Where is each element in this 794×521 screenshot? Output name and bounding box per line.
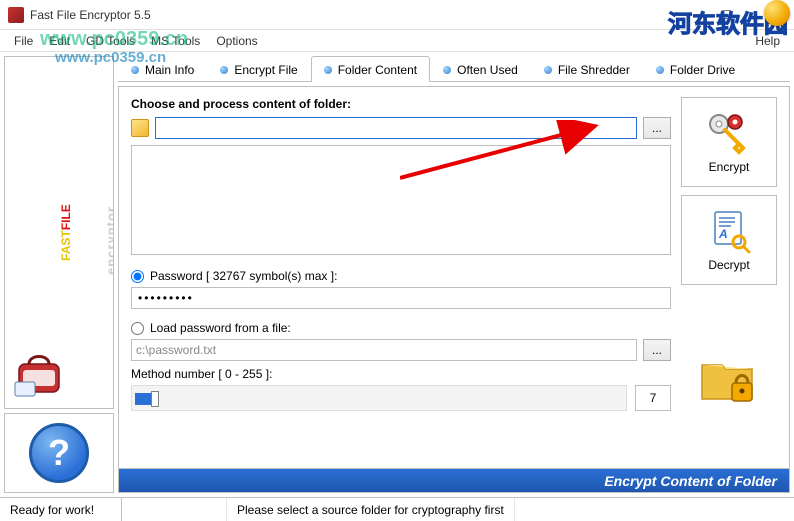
dot-icon xyxy=(544,66,552,74)
locked-folder-icon xyxy=(681,293,777,458)
password-radio[interactable] xyxy=(131,270,144,283)
status-spacer xyxy=(122,498,227,521)
folder-icon xyxy=(131,119,149,137)
tab-folder-content[interactable]: Folder Content xyxy=(311,56,430,82)
status-hint: Please select a source folder for crypto… xyxy=(227,498,515,521)
folder-content-list[interactable] xyxy=(131,145,671,255)
section-heading: Choose and process content of folder: xyxy=(131,97,671,111)
dot-icon xyxy=(443,66,451,74)
app-icon xyxy=(8,7,24,23)
action-title-bar: Encrypt Content of Folder xyxy=(118,469,790,493)
encrypt-button[interactable]: Encrypt xyxy=(681,97,777,187)
maximize-button[interactable]: ☐ xyxy=(704,0,749,30)
password-radio-row[interactable]: Password [ 32767 symbol(s) max ]: xyxy=(131,269,671,283)
tab-folder-drive[interactable]: Folder Drive xyxy=(643,56,748,82)
tab-encrypt-file[interactable]: Encrypt File xyxy=(207,56,310,82)
menu-edit[interactable]: Edit xyxy=(41,32,78,50)
tab-file-shredder[interactable]: File Shredder xyxy=(531,56,643,82)
decrypt-button[interactable]: A Decrypt xyxy=(681,195,777,285)
tab-often-used[interactable]: Often Used xyxy=(430,56,531,82)
method-label: Method number [ 0 - 255 ]: xyxy=(131,367,671,381)
app-logo: encryptor FASTFILE xyxy=(4,56,114,409)
method-value: 7 xyxy=(635,385,671,411)
browse-folder-button[interactable]: ... xyxy=(643,117,671,139)
menu-help[interactable]: Help xyxy=(747,32,788,50)
menu-options[interactable]: Options xyxy=(208,32,265,50)
password-file-radio[interactable] xyxy=(131,322,144,335)
window-title: Fast File Encryptor 5.5 xyxy=(30,8,659,22)
dot-icon xyxy=(324,66,332,74)
help-button[interactable]: ? xyxy=(4,413,114,493)
dot-icon xyxy=(220,66,228,74)
menu-file[interactable]: File xyxy=(6,32,41,50)
dot-icon xyxy=(656,66,664,74)
menu-gd-tools[interactable]: GD Tools xyxy=(78,32,143,50)
tab-main-info[interactable]: Main Info xyxy=(118,56,207,82)
tab-bar: Main Info Encrypt File Folder Content Of… xyxy=(118,56,790,82)
password-file-input[interactable] xyxy=(131,339,637,361)
folder-path-input[interactable] xyxy=(155,117,637,139)
method-slider[interactable] xyxy=(131,385,627,411)
browse-password-file-button[interactable]: ... xyxy=(643,339,671,361)
menu-ms-tools[interactable]: MS Tools xyxy=(143,32,208,50)
status-ready: Ready for work! xyxy=(0,498,122,521)
svg-text:A: A xyxy=(718,227,728,241)
keys-icon xyxy=(705,110,753,156)
close-button[interactable]: ✕ xyxy=(749,0,794,30)
password-file-radio-row[interactable]: Load password from a file: xyxy=(131,321,671,335)
minimize-button[interactable]: ─ xyxy=(659,0,704,30)
document-key-icon: A xyxy=(705,208,753,254)
help-icon: ? xyxy=(29,423,89,483)
password-input[interactable] xyxy=(131,287,671,309)
dot-icon xyxy=(131,66,139,74)
